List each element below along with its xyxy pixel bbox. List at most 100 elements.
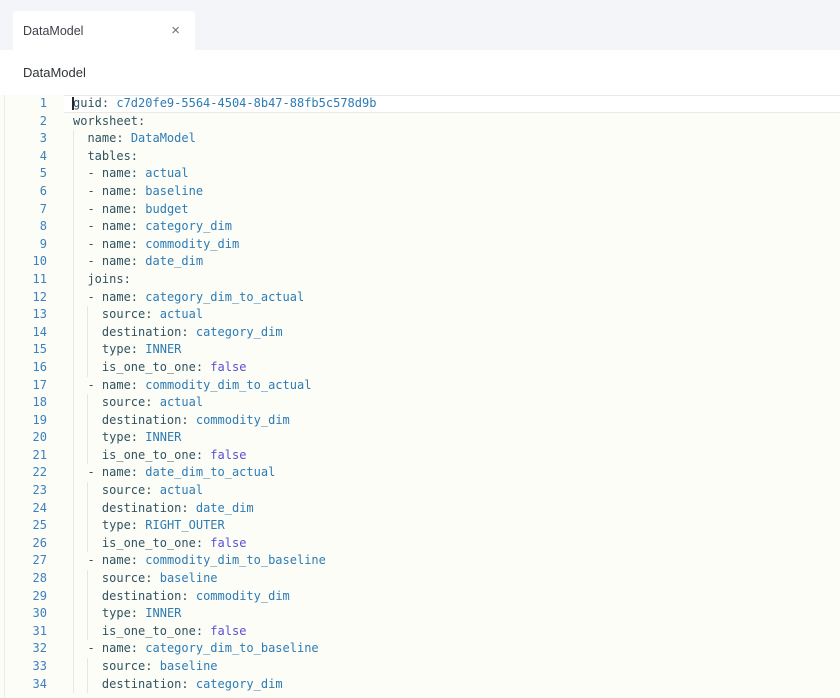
code-line[interactable]: 24 destination: date_dim [0, 500, 840, 518]
line-number[interactable]: 27 [0, 552, 47, 570]
line-number[interactable]: 14 [0, 324, 47, 342]
line-number[interactable]: 4 [0, 148, 47, 166]
yaml-key: source: [102, 483, 153, 497]
code-line[interactable]: 2worksheet: [0, 113, 840, 131]
line-number[interactable]: 23 [0, 482, 47, 500]
yaml-value: date_dim_to_actual [145, 465, 275, 479]
code-line[interactable]: 17 - name: commodity_dim_to_actual [0, 377, 840, 395]
line-number[interactable]: 13 [0, 306, 47, 324]
code-text: - name: date_dim_to_actual [73, 464, 275, 482]
code-text: - name: category_dim [73, 218, 232, 236]
document-header: DataModel [0, 50, 840, 95]
code-line[interactable]: 7 - name: budget [0, 201, 840, 219]
code-line[interactable]: 31 is_one_to_one: false [0, 623, 840, 641]
yaml-list-dash: - [87, 219, 101, 233]
close-icon[interactable]: × [168, 22, 183, 39]
code-line[interactable]: 28 source: baseline [0, 570, 840, 588]
line-number[interactable]: 12 [0, 289, 47, 307]
yaml-key: is_one_to_one: [102, 360, 203, 374]
page-title: DataModel [23, 65, 86, 80]
line-number[interactable]: 31 [0, 623, 47, 641]
code-text: source: baseline [73, 658, 218, 676]
code-line[interactable]: 19 destination: commodity_dim [0, 412, 840, 430]
code-line[interactable]: 1guid: c7d20fe9-5564-4504-8b47-88fb5c578… [0, 95, 840, 113]
code-lines-container: 1guid: c7d20fe9-5564-4504-8b47-88fb5c578… [0, 95, 840, 693]
code-line[interactable]: 27 - name: commodity_dim_to_baseline [0, 552, 840, 570]
code-line[interactable]: 10 - name: date_dim [0, 253, 840, 271]
line-number[interactable]: 11 [0, 271, 47, 289]
line-number[interactable]: 17 [0, 377, 47, 395]
line-number[interactable]: 16 [0, 359, 47, 377]
line-number[interactable]: 15 [0, 341, 47, 359]
code-line[interactable]: 25 type: RIGHT_OUTER [0, 517, 840, 535]
line-number[interactable]: 6 [0, 183, 47, 201]
code-line[interactable]: 3 name: DataModel [0, 130, 840, 148]
code-line[interactable]: 9 - name: commodity_dim [0, 236, 840, 254]
code-line[interactable]: 30 type: INNER [0, 605, 840, 623]
code-line[interactable]: 21 is_one_to_one: false [0, 447, 840, 465]
yaml-value: false [210, 536, 246, 550]
yaml-value: c7d20fe9-5564-4504-8b47-88fb5c578d9b [116, 96, 376, 110]
code-line[interactable]: 13 source: actual [0, 306, 840, 324]
line-number[interactable]: 22 [0, 464, 47, 482]
line-number[interactable]: 10 [0, 253, 47, 271]
code-line[interactable]: 22 - name: date_dim_to_actual [0, 464, 840, 482]
line-number[interactable]: 19 [0, 412, 47, 430]
yaml-key: destination: [102, 677, 189, 691]
line-number[interactable]: 25 [0, 517, 47, 535]
code-line[interactable]: 34 destination: category_dim [0, 676, 840, 694]
code-line[interactable]: 14 destination: category_dim [0, 324, 840, 342]
code-line[interactable]: 11 joins: [0, 271, 840, 289]
line-number[interactable]: 26 [0, 535, 47, 553]
yaml-list-dash: - [87, 237, 101, 251]
code-line[interactable]: 26 is_one_to_one: false [0, 535, 840, 553]
code-text: destination: category_dim [73, 324, 283, 342]
yaml-value: budget [145, 202, 188, 216]
code-text: - name: commodity_dim_to_baseline [73, 552, 326, 570]
line-number[interactable]: 28 [0, 570, 47, 588]
line-number[interactable]: 24 [0, 500, 47, 518]
code-line[interactable]: 12 - name: category_dim_to_actual [0, 289, 840, 307]
code-text: - name: commodity_dim_to_actual [73, 377, 311, 395]
line-number[interactable]: 8 [0, 218, 47, 236]
line-number[interactable]: 9 [0, 236, 47, 254]
code-line[interactable]: 6 - name: baseline [0, 183, 840, 201]
code-text: - name: budget [73, 201, 189, 219]
line-number[interactable]: 20 [0, 429, 47, 447]
code-line[interactable]: 32 - name: category_dim_to_baseline [0, 640, 840, 658]
line-number[interactable]: 5 [0, 165, 47, 183]
line-number[interactable]: 34 [0, 676, 47, 694]
line-number[interactable]: 18 [0, 394, 47, 412]
line-number[interactable]: 3 [0, 130, 47, 148]
tab-datamodel[interactable]: DataModel × [13, 11, 195, 50]
yaml-value: date_dim [196, 501, 254, 515]
yaml-value: commodity_dim [196, 589, 290, 603]
yaml-value: INNER [145, 430, 181, 444]
line-number[interactable]: 32 [0, 640, 47, 658]
code-line[interactable]: 29 destination: commodity_dim [0, 588, 840, 606]
yaml-value: category_dim_to_actual [145, 290, 304, 304]
line-number[interactable]: 2 [0, 113, 47, 131]
code-line[interactable]: 16 is_one_to_one: false [0, 359, 840, 377]
code-line[interactable]: 5 - name: actual [0, 165, 840, 183]
yaml-key: name: [102, 553, 138, 567]
yaml-value: commodity_dim [145, 237, 239, 251]
line-number[interactable]: 7 [0, 201, 47, 219]
yaml-value: commodity_dim_to_actual [145, 378, 311, 392]
line-number[interactable]: 1 [0, 95, 47, 113]
line-number[interactable]: 21 [0, 447, 47, 465]
code-line[interactable]: 18 source: actual [0, 394, 840, 412]
code-editor[interactable]: 1guid: c7d20fe9-5564-4504-8b47-88fb5c578… [0, 95, 840, 698]
line-number[interactable]: 33 [0, 658, 47, 676]
code-line[interactable]: 33 source: baseline [0, 658, 840, 676]
yaml-value: commodity_dim [196, 413, 290, 427]
code-line[interactable]: 8 - name: category_dim [0, 218, 840, 236]
code-text: type: INNER [73, 429, 181, 447]
code-line[interactable]: 4 tables: [0, 148, 840, 166]
code-line[interactable]: 15 type: INNER [0, 341, 840, 359]
yaml-value: category_dim_to_baseline [145, 641, 318, 655]
code-line[interactable]: 23 source: actual [0, 482, 840, 500]
line-number[interactable]: 29 [0, 588, 47, 606]
line-number[interactable]: 30 [0, 605, 47, 623]
code-line[interactable]: 20 type: INNER [0, 429, 840, 447]
